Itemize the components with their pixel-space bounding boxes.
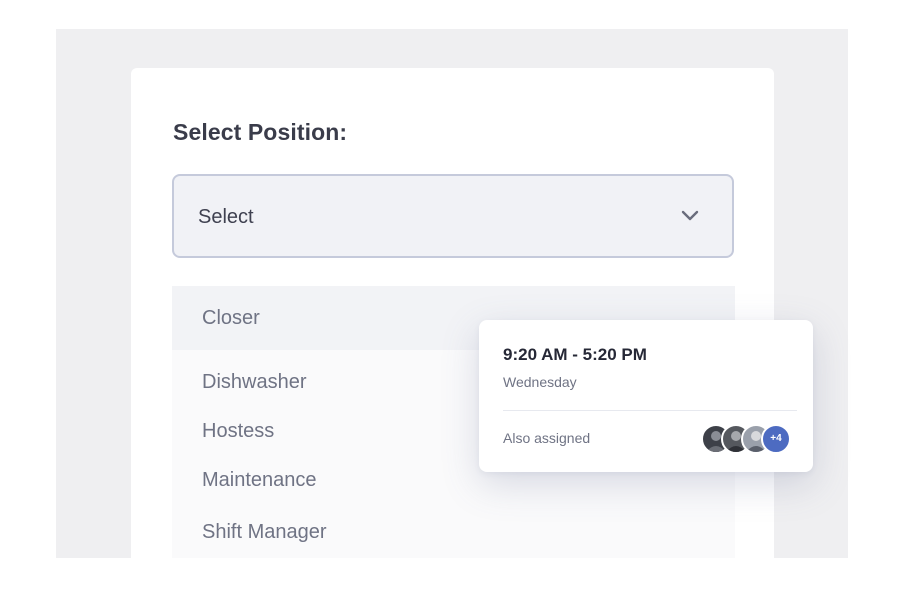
position-select[interactable]: Select bbox=[172, 174, 734, 258]
page-background: Select Position: Select Closer Dishwashe… bbox=[56, 29, 848, 558]
option-shift-manager[interactable]: Shift Manager bbox=[172, 512, 735, 552]
shift-time: 9:20 AM - 5:20 PM bbox=[503, 345, 647, 364]
dropdown-spacer bbox=[172, 258, 735, 286]
shift-popup: 9:20 AM - 5:20 PM Wednesday Also assigne… bbox=[479, 320, 813, 472]
card-title: Select Position: bbox=[173, 119, 348, 145]
position-card: Select Position: Select Closer Dishwashe… bbox=[131, 68, 774, 558]
chevron-down-icon bbox=[681, 210, 699, 221]
more-assigned-badge[interactable]: +4 bbox=[761, 424, 791, 454]
divider bbox=[503, 410, 797, 411]
also-assigned-label: Also assigned bbox=[503, 430, 591, 446]
select-value: Select bbox=[198, 206, 254, 228]
shift-day: Wednesday bbox=[503, 374, 577, 390]
assigned-avatars[interactable]: +4 bbox=[701, 424, 793, 456]
